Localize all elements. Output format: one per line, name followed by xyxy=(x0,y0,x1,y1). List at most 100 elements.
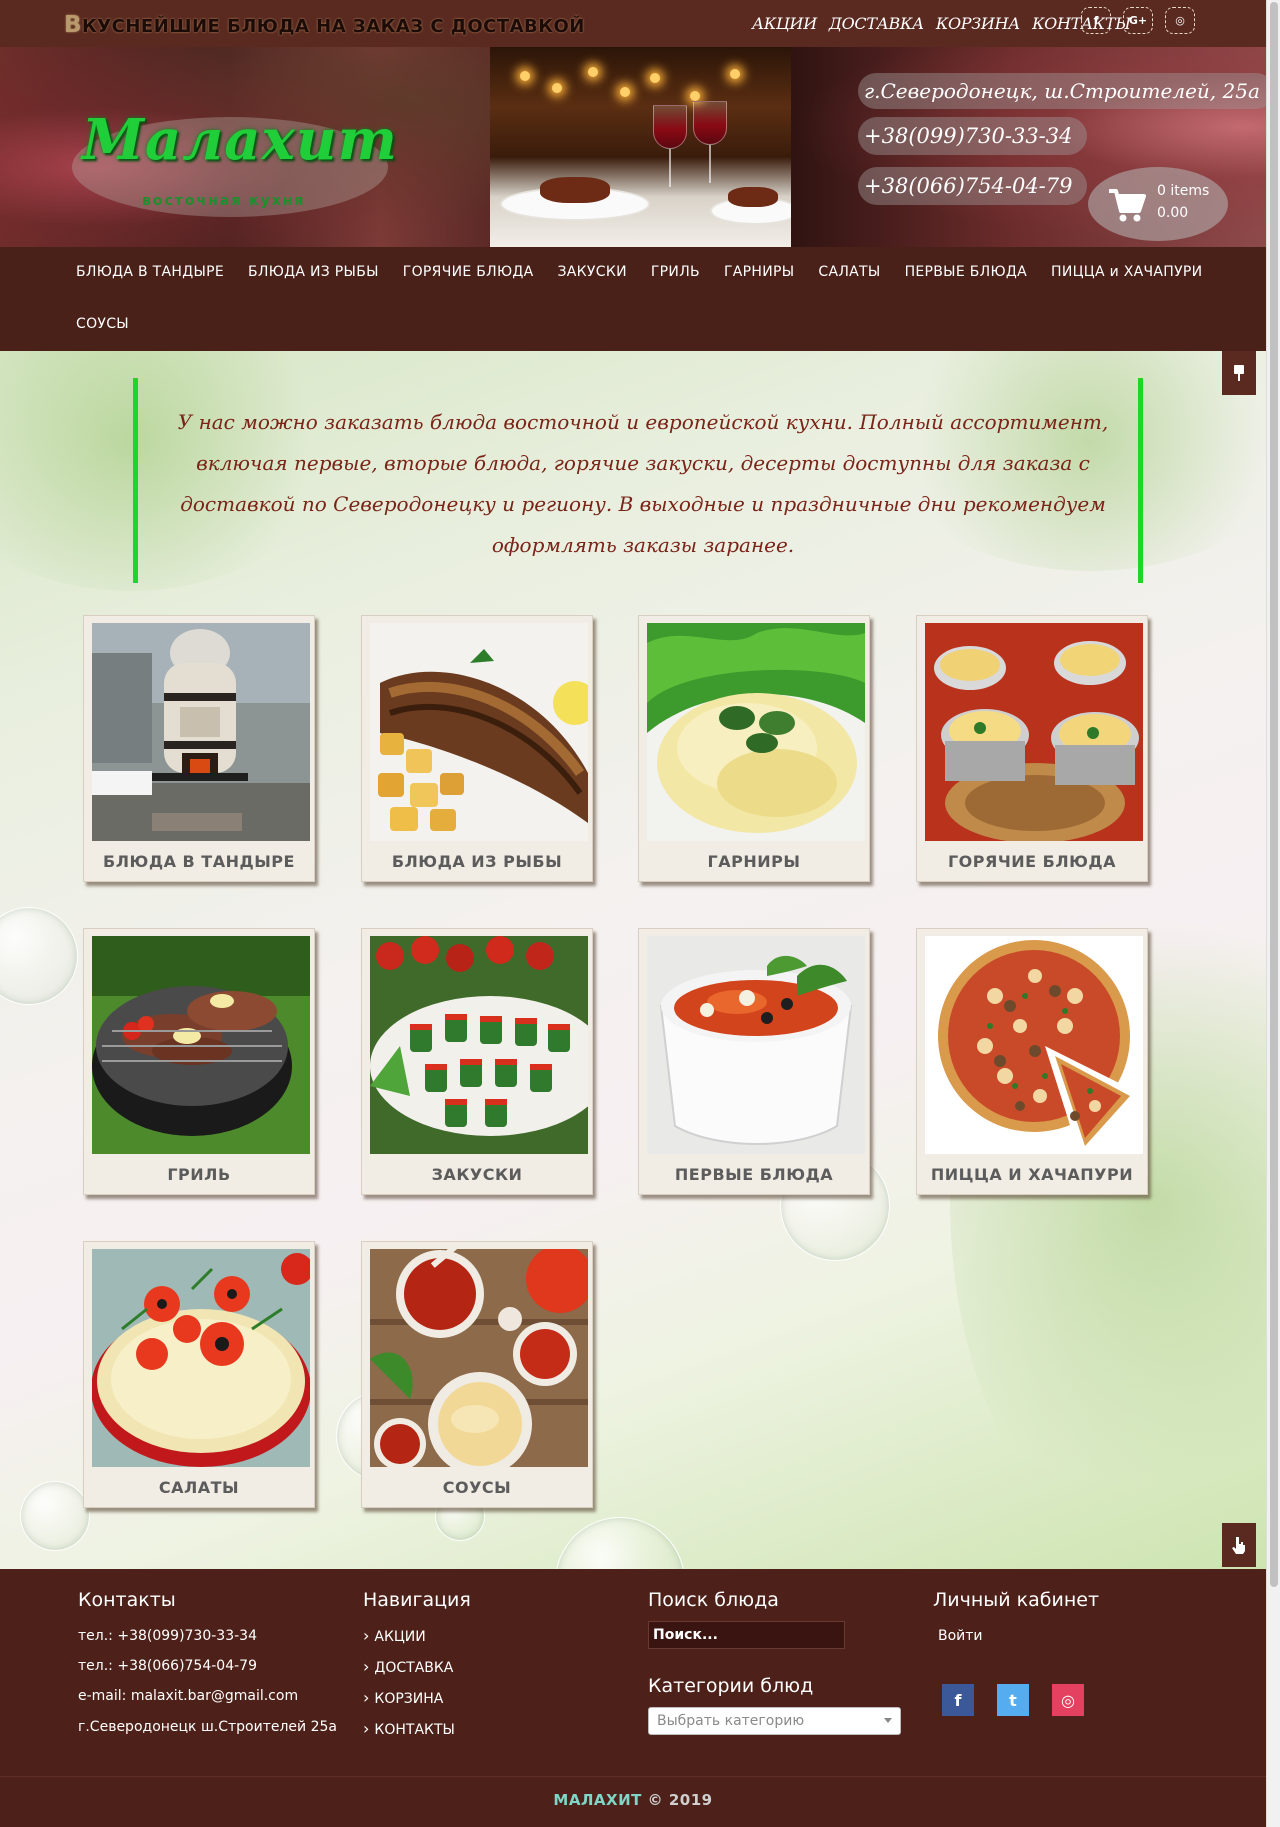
footer-navigation: Навигация АКЦИИ ДОСТАВКА КОРЗИНА КОНТАКТ… xyxy=(363,1589,593,1745)
category-label: Пицца и хачапури xyxy=(930,1165,1134,1184)
facebook-icon[interactable]: f xyxy=(1081,7,1111,34)
logo-subtitle: восточная кухня xyxy=(142,193,306,209)
category-image-pizza xyxy=(925,936,1143,1154)
main-nav-row-1: БЛЮДА В ТАНДЫРЕ БЛЮДА ИЗ РЫБЫ ГОРЯЧИЕ БЛ… xyxy=(64,264,1214,280)
main-content: У нас можно заказать блюда восточной и е… xyxy=(0,351,1266,1569)
nav-item-soups[interactable]: ПЕРВЫЕ БЛЮДА xyxy=(905,264,1027,280)
instagram-icon[interactable]: ◎ xyxy=(1165,7,1195,34)
copyright-text: © 2019 xyxy=(641,1791,713,1809)
category-image-hot-dishes xyxy=(925,623,1143,841)
copyright-bar: МАЛАХИТ © 2019 xyxy=(0,1776,1266,1827)
top-nav-delivery[interactable]: ДОСТАВКА xyxy=(829,14,924,33)
footer-email: e-mail: malaxit.bar@gmail.com xyxy=(78,1688,299,1704)
restaurant-photo xyxy=(490,47,791,247)
category-label: Блюда в тандыре xyxy=(103,852,295,871)
google-plus-icon[interactable]: G+ xyxy=(1123,7,1153,34)
category-label: Закуски xyxy=(431,1165,523,1184)
cart-items-count: 0 items xyxy=(1157,183,1210,199)
nav-item-appetizers[interactable]: ЗАКУСКИ xyxy=(558,264,627,280)
footer-categories-title: Категории блюд xyxy=(648,1675,814,1697)
nav-item-grill[interactable]: ГРИЛЬ xyxy=(651,264,700,280)
site-header: Малахит восточная кухня г.Северодонецк, … xyxy=(0,47,1266,247)
category-card-tandoor[interactable]: Блюда в тандыре xyxy=(83,615,315,882)
chevron-down-icon xyxy=(884,1718,892,1723)
nav-item-fish[interactable]: БЛЮДА ИЗ РЫБЫ xyxy=(248,264,379,280)
intro-text: У нас можно заказать блюда восточной и е… xyxy=(177,410,1109,557)
category-label: Первые блюда xyxy=(674,1165,834,1184)
page-scrollbar[interactable] xyxy=(1266,0,1280,1827)
twitter-icon[interactable]: t xyxy=(997,1684,1029,1716)
side-tab-bottom[interactable] xyxy=(1222,1523,1256,1567)
search-input[interactable]: Поиск... xyxy=(648,1621,845,1649)
category-image-tandoor xyxy=(92,623,310,841)
page: Вкуснейшие блюда на заказ с доставкой АК… xyxy=(0,0,1266,1827)
footer-account: Личный кабинет Войти xyxy=(933,1589,1233,1651)
category-card-pizza[interactable]: Пицца и хачапури xyxy=(916,928,1148,1195)
category-image-grill xyxy=(92,936,310,1154)
category-image-appetizers xyxy=(370,936,588,1154)
site-logo[interactable]: Малахит xyxy=(82,107,398,173)
footer-phone-2: тел.: +38(066)754-04-79 xyxy=(78,1658,257,1674)
footer-navigation-title: Навигация xyxy=(363,1589,471,1611)
facebook-icon[interactable]: f xyxy=(942,1684,974,1716)
nav-item-sauces[interactable]: СОУСЫ xyxy=(76,316,129,332)
scrollbar-thumb[interactable] xyxy=(1270,2,1278,1587)
copyright-brand[interactable]: МАЛАХИТ xyxy=(553,1791,641,1809)
footer-phone-1: тел.: +38(099)730-33-34 xyxy=(78,1628,257,1644)
decor-bubble xyxy=(20,1481,90,1551)
main-nav: БЛЮДА В ТАНДЫРЕ БЛЮДА ИЗ РЫБЫ ГОРЯЧИЕ БЛ… xyxy=(0,247,1266,351)
login-link[interactable]: Войти xyxy=(938,1621,1233,1651)
nav-item-pizza[interactable]: ПИЦЦА и ХАЧАПУРИ xyxy=(1051,264,1202,280)
category-card-hot-dishes[interactable]: Горячие блюда xyxy=(916,615,1148,882)
category-image-side-dishes xyxy=(647,623,865,841)
cart-icon xyxy=(1109,189,1146,222)
footer-search-title: Поиск блюда xyxy=(648,1589,779,1611)
category-image-soups xyxy=(647,936,865,1154)
instagram-icon[interactable]: ◎ xyxy=(1052,1684,1084,1716)
intro-block: У нас можно заказать блюда восточной и е… xyxy=(133,378,1143,583)
category-card-fish[interactable]: Блюда из рыбы xyxy=(361,615,593,882)
nav-item-hot-dishes[interactable]: ГОРЯЧИЕ БЛЮДА xyxy=(403,264,534,280)
category-card-side-dishes[interactable]: Гарниры xyxy=(638,615,870,882)
footer-address: г.Северодонецк ш.Строителей 25а xyxy=(78,1719,337,1735)
footer-link-contacts[interactable]: КОНТАКТЫ xyxy=(363,1714,593,1745)
site-tagline: Вкуснейшие блюда на заказ с доставкой xyxy=(64,12,585,38)
pin-icon xyxy=(1234,365,1244,381)
category-label: Салаты xyxy=(158,1478,240,1497)
pointer-hand-icon xyxy=(1232,1537,1245,1554)
top-nav-cart[interactable]: КОРЗИНА xyxy=(936,14,1020,33)
footer-search-section: Поиск блюда Поиск... Категории блюд Выбр… xyxy=(648,1589,928,1735)
category-select[interactable]: Выбрать категорию xyxy=(648,1707,901,1735)
nav-item-tandoor[interactable]: БЛЮДА В ТАНДЫРЕ xyxy=(76,264,224,280)
footer-link-delivery[interactable]: ДОСТАВКА xyxy=(363,1652,593,1683)
nav-item-salads[interactable]: САЛАТЫ xyxy=(818,264,880,280)
category-label: Гарниры xyxy=(707,852,801,871)
category-select-value: Выбрать категорию xyxy=(657,1713,805,1729)
category-label: Соусы xyxy=(442,1478,512,1497)
category-card-sauces[interactable]: Соусы xyxy=(361,1241,593,1508)
top-nav-promotions[interactable]: АКЦИИ xyxy=(752,14,817,33)
category-card-grill[interactable]: Гриль xyxy=(83,928,315,1195)
top-bar: Вкуснейшие блюда на заказ с доставкой АК… xyxy=(0,0,1266,47)
category-card-salads[interactable]: Салаты xyxy=(83,1241,315,1508)
decor-bubble xyxy=(0,907,78,1005)
header-address: г.Северодонецк, ш.Строителей, 25а xyxy=(858,73,1266,109)
category-label: Горячие блюда xyxy=(947,852,1117,871)
category-card-soups[interactable]: Первые блюда xyxy=(638,928,870,1195)
side-tab-top[interactable] xyxy=(1222,351,1256,395)
category-label: Гриль xyxy=(167,1165,231,1184)
decor-bubble xyxy=(555,1517,685,1569)
main-nav-row-2: СОУСЫ xyxy=(64,316,141,332)
category-card-appetizers[interactable]: Закуски xyxy=(361,928,593,1195)
nav-item-side-dishes[interactable]: ГАРНИРЫ xyxy=(724,264,794,280)
cart-widget[interactable]: 0 items 0.00 xyxy=(1088,167,1228,241)
footer-link-promotions[interactable]: АКЦИИ xyxy=(363,1621,593,1652)
footer-account-title: Личный кабинет xyxy=(933,1589,1100,1611)
tagline-initial: В xyxy=(64,12,83,38)
category-image-sauces xyxy=(370,1249,588,1467)
header-phone-2[interactable]: +38(066)754-04-79 xyxy=(858,167,1087,205)
footer-link-cart[interactable]: КОРЗИНА xyxy=(363,1683,593,1714)
cart-total: 0.00 xyxy=(1157,205,1189,221)
category-image-salads xyxy=(92,1249,310,1467)
header-phone-1[interactable]: +38(099)730-33-34 xyxy=(858,117,1087,155)
